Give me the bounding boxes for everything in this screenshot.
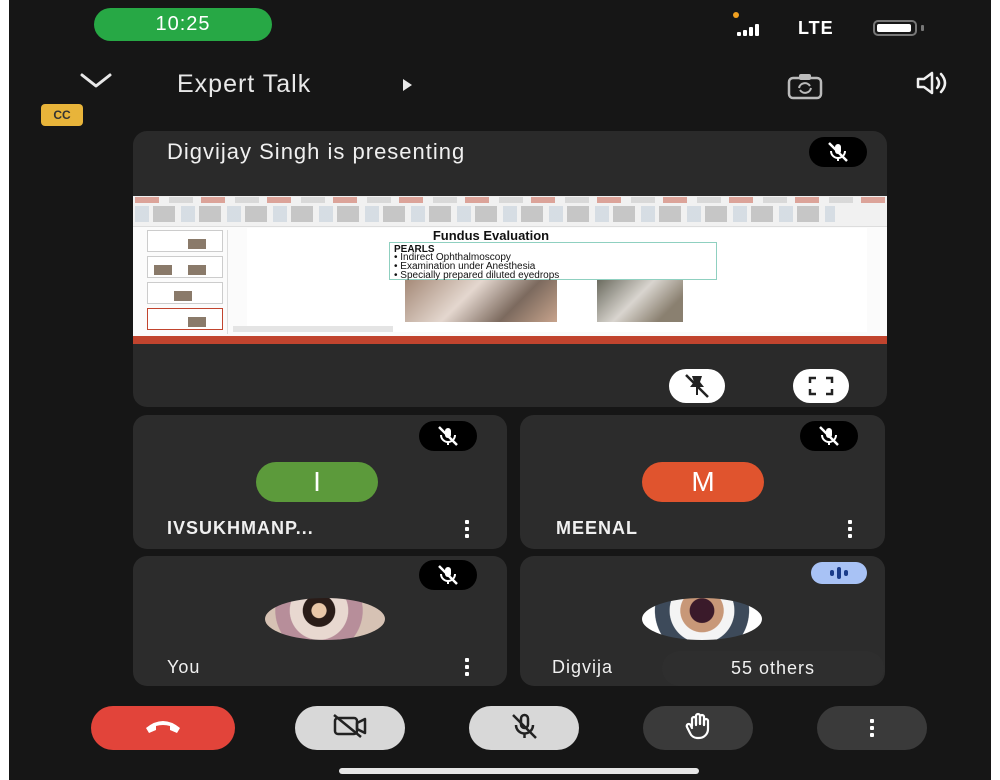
participant-name: Digvija (552, 657, 614, 677)
battery-icon (873, 20, 917, 36)
network-label: LTE (798, 18, 834, 38)
phone-screen: 10:25 LTE Expert Talk CC Digvijay Singh … (9, 0, 991, 780)
presentation-tile[interactable]: Digvijay Singh is presenting Fundus Eval… (133, 131, 887, 407)
slide-bullets: Indirect Ophthalmoscopy Examination unde… (394, 253, 559, 281)
app-status-bar (133, 336, 887, 344)
more-options-button[interactable] (817, 706, 927, 750)
slide-photo (597, 280, 683, 322)
hand-icon (684, 712, 712, 745)
presenter-label: Digvijay Singh is presenting (167, 139, 466, 164)
shared-screen: Fundus Evaluation PEARLS Indirect Ophtha… (133, 196, 887, 344)
cell-signal-icon (737, 24, 759, 36)
speaker-icon[interactable] (915, 70, 949, 101)
slide-bullet: Specially prepared diluted eyedrops (394, 271, 559, 281)
fullscreen-icon[interactable] (793, 369, 849, 403)
captions-badge[interactable]: CC (41, 104, 83, 126)
end-call-button[interactable] (91, 706, 235, 750)
slide-photo (405, 280, 557, 322)
mic-off-icon (419, 560, 477, 590)
slide-canvas: Fundus Evaluation PEARLS Indirect Ophtha… (247, 228, 867, 332)
others-button[interactable]: 55 others (662, 651, 884, 686)
more-vert-icon (870, 719, 874, 737)
participant-tile[interactable]: M MEENAL (520, 415, 885, 549)
mic-off-icon (509, 712, 539, 745)
participant-name: MEENAL (556, 518, 638, 538)
privacy-indicator-icon (733, 12, 739, 18)
phone-hangup-icon (143, 716, 183, 741)
flip-camera-icon[interactable] (787, 72, 823, 105)
participant-name: You (167, 657, 201, 677)
participant-name: IVSUKHMANP... (167, 518, 314, 538)
unpin-icon[interactable] (669, 369, 725, 403)
more-vert-icon[interactable] (848, 520, 852, 538)
participant-tile[interactable]: I IVSUKHMANP... (133, 415, 507, 549)
avatar: M (642, 462, 764, 502)
more-vert-icon[interactable] (465, 658, 469, 676)
meeting-title[interactable]: Expert Talk (177, 70, 311, 99)
avatar: I (256, 462, 378, 502)
camera-off-icon (331, 713, 369, 744)
camera-toggle-button[interactable] (295, 706, 405, 750)
mic-off-icon (419, 421, 477, 451)
status-time: 10:25 (94, 8, 272, 41)
participant-tile[interactable]: You (133, 556, 507, 686)
slide-title: Fundus Evaluation (432, 228, 550, 243)
slide-notes (233, 326, 393, 332)
raise-hand-button[interactable] (643, 706, 753, 750)
home-indicator[interactable] (339, 768, 699, 774)
slide-thumbnails (135, 230, 228, 334)
mic-off-icon (809, 137, 867, 167)
avatar (642, 598, 762, 640)
chevron-down-icon[interactable] (79, 72, 113, 95)
more-vert-icon[interactable] (465, 520, 469, 538)
app-ribbon (133, 196, 887, 227)
slide-text-box: PEARLS Indirect Ophthalmoscopy Examinati… (389, 242, 717, 281)
title-arrow-icon[interactable] (403, 79, 412, 91)
avatar (265, 598, 385, 640)
speaking-indicator-icon (811, 562, 867, 584)
battery-tip (921, 25, 924, 31)
mic-off-icon (800, 421, 858, 451)
mic-toggle-button[interactable] (469, 706, 579, 750)
